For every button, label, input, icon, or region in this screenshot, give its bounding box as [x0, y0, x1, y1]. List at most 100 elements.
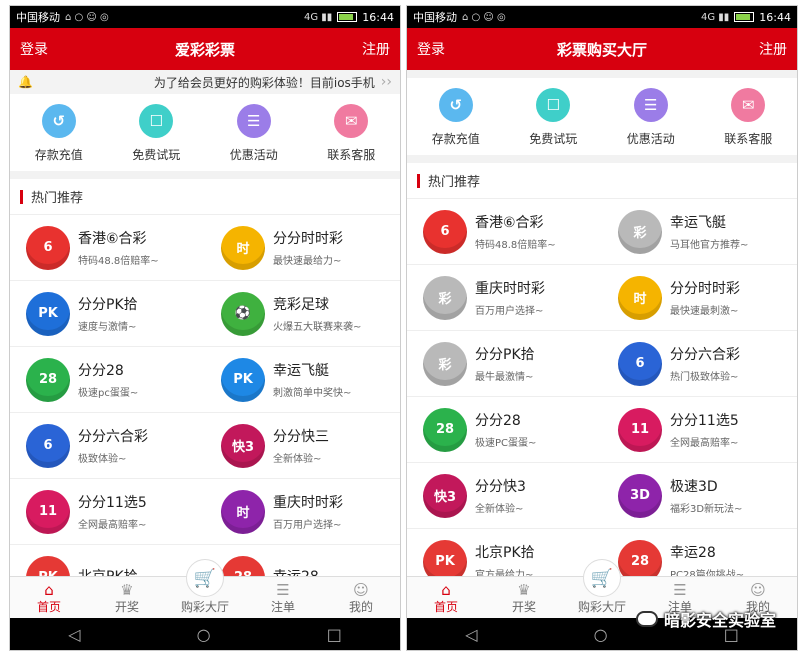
login-button[interactable]: 登录 [20, 39, 48, 59]
game-desc: 极致体验~ [78, 454, 127, 465]
recents-icon[interactable]: □ [327, 625, 342, 644]
quick-label: 优惠活动 [229, 148, 278, 162]
lottery-ball-icon: 时 [618, 275, 662, 320]
tab-label: 开奖 [511, 600, 536, 614]
quick-free-trial[interactable]: ☐ 免费试玩 [116, 104, 196, 163]
game-text: 分分11选5 全网最高赔率~ [670, 410, 739, 449]
tab-results[interactable]: ♛ 开奖 [88, 577, 166, 618]
watermark: 暗影安全实验室 [635, 607, 776, 631]
home-circle-icon[interactable]: ○ [197, 625, 211, 644]
game-name: 分分快三 [273, 429, 329, 445]
lottery-ball-icon: 彩 [423, 275, 467, 320]
game-item[interactable]: 彩重庆时时彩 百万用户选择~ [407, 265, 602, 331]
game-text: 分分快三 全新体验~ [273, 426, 329, 465]
game-text: 分分28 极速PC蛋蛋~ [475, 410, 536, 449]
tab-lottery-hall[interactable]: 🛒 购彩大厅 [166, 559, 244, 618]
tab-home[interactable]: ⌂ 首页 [407, 577, 485, 618]
game-desc: 百万用户选择~ [273, 520, 342, 531]
lottery-ball-icon: 6 [618, 341, 662, 386]
game-name: 分分时时彩 [670, 281, 740, 297]
game-name: 极速3D [670, 479, 718, 495]
quick-support[interactable]: ✉ 联系客服 [311, 104, 391, 163]
section-marker [417, 173, 420, 188]
game-item[interactable]: 彩分分PK拾 最牛最激情~ [407, 331, 602, 397]
game-item[interactable]: 28 分分28 极速PC蛋蛋~ [407, 397, 602, 463]
home-circle-icon[interactable]: ○ [594, 625, 608, 644]
quick-deposit[interactable]: ↺ 存款充值 [19, 104, 99, 163]
game-grid: 6 香港⑥合彩 特码48.8倍赔率~ 时分分时时彩 最快速最给力~ PK 分分PK拾 速度与激… [10, 215, 400, 611]
tab-profile[interactable]: ☺ 我的 [322, 577, 400, 618]
support-icon: ✉ [731, 88, 766, 122]
game-item[interactable]: 6 香港⑥合彩 特码48.8倍赔率~ [407, 199, 602, 265]
game-text: 重庆时时彩百万用户选择~ [273, 492, 343, 531]
game-item[interactable]: 11 分分11选5 全网最高赔率~ [10, 479, 205, 545]
tab-home[interactable]: ⌂ 首页 [10, 577, 88, 618]
clipboard-icon: ☰ [276, 581, 290, 599]
tab-lottery-hall[interactable]: 🛒 购彩大厅 [563, 559, 641, 618]
quick-promotions[interactable]: ☰ 优惠活动 [214, 104, 294, 163]
game-desc: 马耳他官方推荐~ [670, 240, 749, 251]
quick-label: 联系客服 [724, 132, 773, 146]
promotions-icon: ☰ [236, 104, 271, 138]
app-title: 爱彩彩票 [174, 40, 235, 59]
notice-bar[interactable]: 🔔 为了给会员更好的购彩体验！目前ios手机 ›› [10, 70, 400, 94]
lottery-ball-icon: 时 [221, 225, 265, 270]
game-item[interactable]: 28 分分28 极速pc蛋蛋~ [10, 347, 205, 413]
game-desc: 极速PC蛋蛋~ [475, 438, 537, 449]
quick-label: 联系客服 [327, 148, 376, 162]
game-desc: 热门极致体验~ [670, 372, 739, 383]
watermark-text: 暗影安全实验室 [663, 611, 776, 630]
home-icon: ⌂ [441, 581, 451, 599]
signal-icon: 4G ▮▮ [304, 11, 333, 23]
lottery-ball-icon: 时 [221, 489, 265, 534]
game-desc: 百万用户选择~ [475, 306, 544, 317]
game-item[interactable]: 11 分分11选5 全网最高赔率~ [602, 397, 797, 463]
quick-promotions[interactable]: ☰ 优惠活动 [611, 88, 691, 147]
bottom-tabbar: ⌂ 首页 ♛ 开奖 🛒 购彩大厅 ☰ 注单 ☺ 我的 [10, 559, 400, 618]
tab-results[interactable]: ♛ 开奖 [485, 577, 563, 618]
user-icon: ☺ [750, 581, 766, 599]
tab-label: 开奖 [114, 600, 139, 614]
quick-free-trial[interactable]: ☐ 免费试玩 [513, 88, 593, 147]
game-name: 分分11选5 [670, 413, 739, 429]
game-item[interactable]: 彩幸运飞艇 马耳他官方推荐~ [602, 199, 797, 265]
notice-text: 为了给会员更好的购彩体验！目前ios手机 [153, 75, 375, 90]
game-text: 幸运飞艇 马耳他官方推荐~ [670, 212, 748, 251]
game-item[interactable]: 快3 分分快3 全新体验~ [407, 463, 602, 529]
game-desc: 福彩3D新玩法~ [670, 504, 743, 515]
back-icon[interactable]: ◁ [465, 625, 477, 644]
tab-orders[interactable]: ☰ 注单 [244, 577, 322, 618]
lottery-ball-icon: 28 [26, 357, 70, 402]
game-item[interactable]: PK 分分PK拾 速度与激情~ [10, 281, 205, 347]
battery-icon [734, 12, 755, 22]
back-icon[interactable]: ◁ [68, 625, 80, 644]
quick-support[interactable]: ✉ 联系客服 [708, 88, 788, 147]
login-button[interactable]: 登录 [417, 39, 445, 59]
game-item[interactable]: PK 幸运飞艇 刺激简单中奖快~ [205, 347, 400, 413]
game-item[interactable]: 6 分分六合彩 热门极致体验~ [602, 331, 797, 397]
game-item[interactable]: 快3 分分快三 全新体验~ [205, 413, 400, 479]
game-item[interactable]: 时分分时时彩 最快速最给力~ [205, 215, 400, 281]
register-button[interactable]: 注册 [759, 39, 787, 59]
game-item[interactable]: 时分分时时彩 最快速最刺激~ [602, 265, 797, 331]
game-desc: 最牛最激情~ [475, 372, 534, 383]
bell-icon: 🔔 [18, 75, 33, 89]
game-text: 幸运飞艇 刺激简单中奖快~ [273, 360, 351, 399]
game-item[interactable]: 时重庆时时彩百万用户选择~ [205, 479, 400, 545]
quick-label: 免费试玩 [529, 132, 578, 146]
lottery-ball-icon: PK [26, 291, 70, 336]
game-text: 香港⑥合彩 特码48.8倍赔率~ [78, 228, 159, 267]
quick-deposit[interactable]: ↺ 存款充值 [416, 88, 496, 147]
game-item[interactable]: 6 分分六合彩 极致体验~ [10, 413, 205, 479]
game-name: 分分时时彩 [273, 231, 343, 247]
wechat-icon [635, 611, 658, 627]
game-item[interactable]: 6 香港⑥合彩 特码48.8倍赔率~ [10, 215, 205, 281]
tab-label: 首页 [36, 600, 61, 614]
section-label: 热门推荐 [428, 175, 481, 190]
game-name: 重庆时时彩 [273, 495, 343, 511]
game-item[interactable]: 3D 极速3D 福彩3D新玩法~ [602, 463, 797, 529]
register-button[interactable]: 注册 [362, 39, 390, 59]
cart-icon: 🛒 [583, 559, 621, 597]
game-name: 分分11选5 [78, 495, 147, 511]
game-item[interactable]: ⚽ 竞彩足球 火爆五大联赛来袭~ [205, 281, 400, 347]
